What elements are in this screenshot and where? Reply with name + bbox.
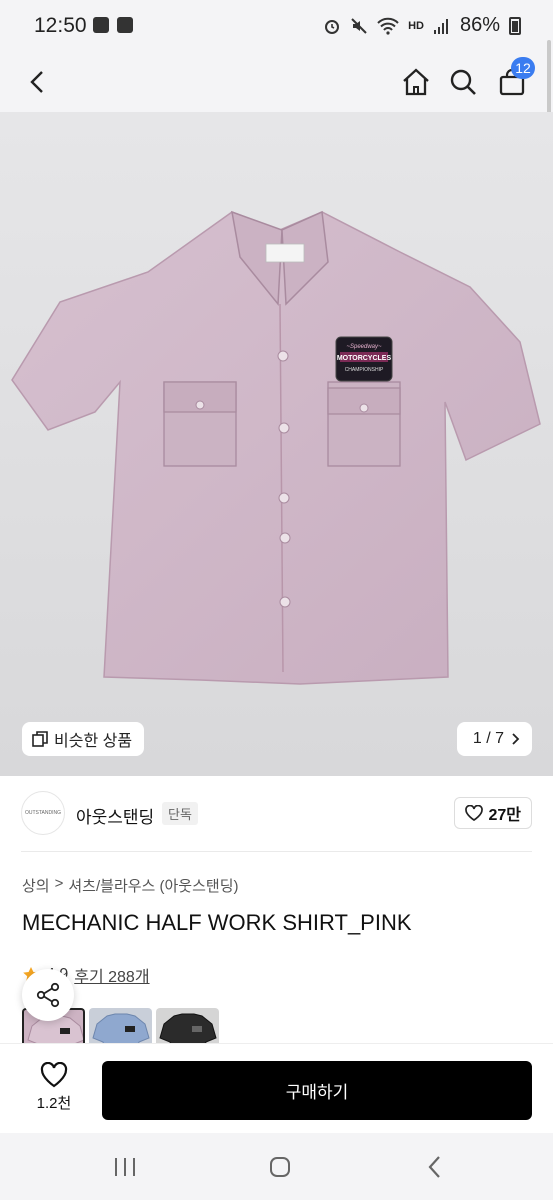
mute-icon: [351, 17, 367, 34]
chevron-left-icon: [30, 71, 43, 93]
chevron-right-icon: [512, 733, 520, 745]
status-time: 12:50: [34, 14, 87, 37]
search-button[interactable]: [443, 62, 483, 102]
back-button[interactable]: [18, 62, 58, 102]
app-header: [0, 54, 553, 112]
home-icon: [403, 68, 429, 96]
color-option-blue[interactable]: [89, 1008, 152, 1048]
similar-products-label: 비슷한 상품: [54, 733, 133, 750]
alarm-icon: [325, 19, 340, 34]
status-bar: 12:50 HD 86%: [0, 0, 553, 54]
breadcrumb-separator: >: [54, 875, 64, 892]
brand-like-count: 27만: [488, 807, 521, 824]
brand-logo[interactable]: OUTSTANDING: [21, 791, 65, 835]
app-notification-icon: [93, 17, 109, 33]
battery-icon: [509, 16, 521, 35]
product-title: MECHANIC HALF WORK SHIRT_PINK: [22, 910, 412, 935]
gallery-notification-icon: [117, 17, 133, 33]
bottom-action-bar: 1.2천 구매하기: [0, 1043, 553, 1133]
copy-icon: [32, 731, 48, 747]
buy-button[interactable]: 구매하기: [102, 1061, 532, 1120]
breadcrumb-level2[interactable]: 셔츠/블라우스 (아웃스탠딩): [68, 875, 238, 896]
recent-apps-button[interactable]: [110, 1153, 140, 1181]
back-nav-button[interactable]: [420, 1153, 450, 1181]
image-counter-button[interactable]: 1 / 7: [456, 722, 532, 756]
recent-apps-icon: [115, 1158, 135, 1176]
notification-icons: [93, 17, 133, 33]
share-button[interactable]: [22, 969, 74, 1021]
image-counter: 1 / 7: [472, 730, 504, 747]
breadcrumb: 상의 > 셔츠/블라우스 (아웃스탠딩): [22, 875, 239, 896]
system-status: HD 86%: [323, 14, 521, 37]
cart-count-badge: 12: [511, 57, 535, 79]
back-arrow-icon: [428, 1156, 440, 1178]
patch-text-motorcycles: MOTORCYCLES: [337, 355, 392, 362]
system-navigation-bar: [0, 1133, 553, 1200]
heart-outline-icon: [465, 805, 484, 821]
brand-name[interactable]: 아웃스탠딩: [76, 803, 154, 828]
home-circle-icon: [270, 1157, 290, 1177]
hd-voice-indicator: HD: [408, 19, 424, 32]
similar-products-button[interactable]: 비슷한 상품: [22, 722, 145, 756]
signal-icon: [433, 18, 448, 34]
wishlist-count: 1.2천: [36, 1095, 72, 1112]
home-button[interactable]: [396, 62, 436, 102]
brand-like-button[interactable]: 27만: [454, 797, 532, 829]
brand-row: OUTSTANDING 아웃스탠딩 단독 27만: [0, 776, 553, 852]
shirt-image: ~Speedway~ MOTORCYCLES CHAMPIONSHIP: [11, 210, 541, 685]
patch-text-championship: CHAMPIONSHIP: [345, 367, 384, 373]
search-icon: [450, 69, 476, 95]
exclusive-badge: 단독: [162, 802, 198, 825]
brand-logo-text: OUTSTANDING: [24, 810, 62, 816]
product-image-carousel[interactable]: ~Speedway~ MOTORCYCLES CHAMPIONSHIP 비슷한 …: [0, 112, 553, 776]
heart-icon: [40, 1062, 68, 1088]
reviews-link[interactable]: 후기 288개: [74, 963, 149, 987]
black-shirt-thumbnail: [159, 1013, 217, 1048]
divider: [21, 851, 532, 852]
scrollbar[interactable]: [547, 40, 551, 116]
blue-shirt-thumbnail: [92, 1013, 150, 1048]
wishlist-button[interactable]: 1.2천: [22, 1062, 86, 1113]
share-icon: [36, 982, 60, 1008]
battery-percent: 86%: [459, 14, 500, 36]
color-option-black[interactable]: [156, 1008, 219, 1048]
breadcrumb-level1[interactable]: 상의: [22, 875, 50, 896]
wifi-icon: [377, 17, 399, 35]
home-nav-button[interactable]: [265, 1153, 295, 1181]
svg-text:~Speedway~: ~Speedway~: [346, 344, 382, 350]
